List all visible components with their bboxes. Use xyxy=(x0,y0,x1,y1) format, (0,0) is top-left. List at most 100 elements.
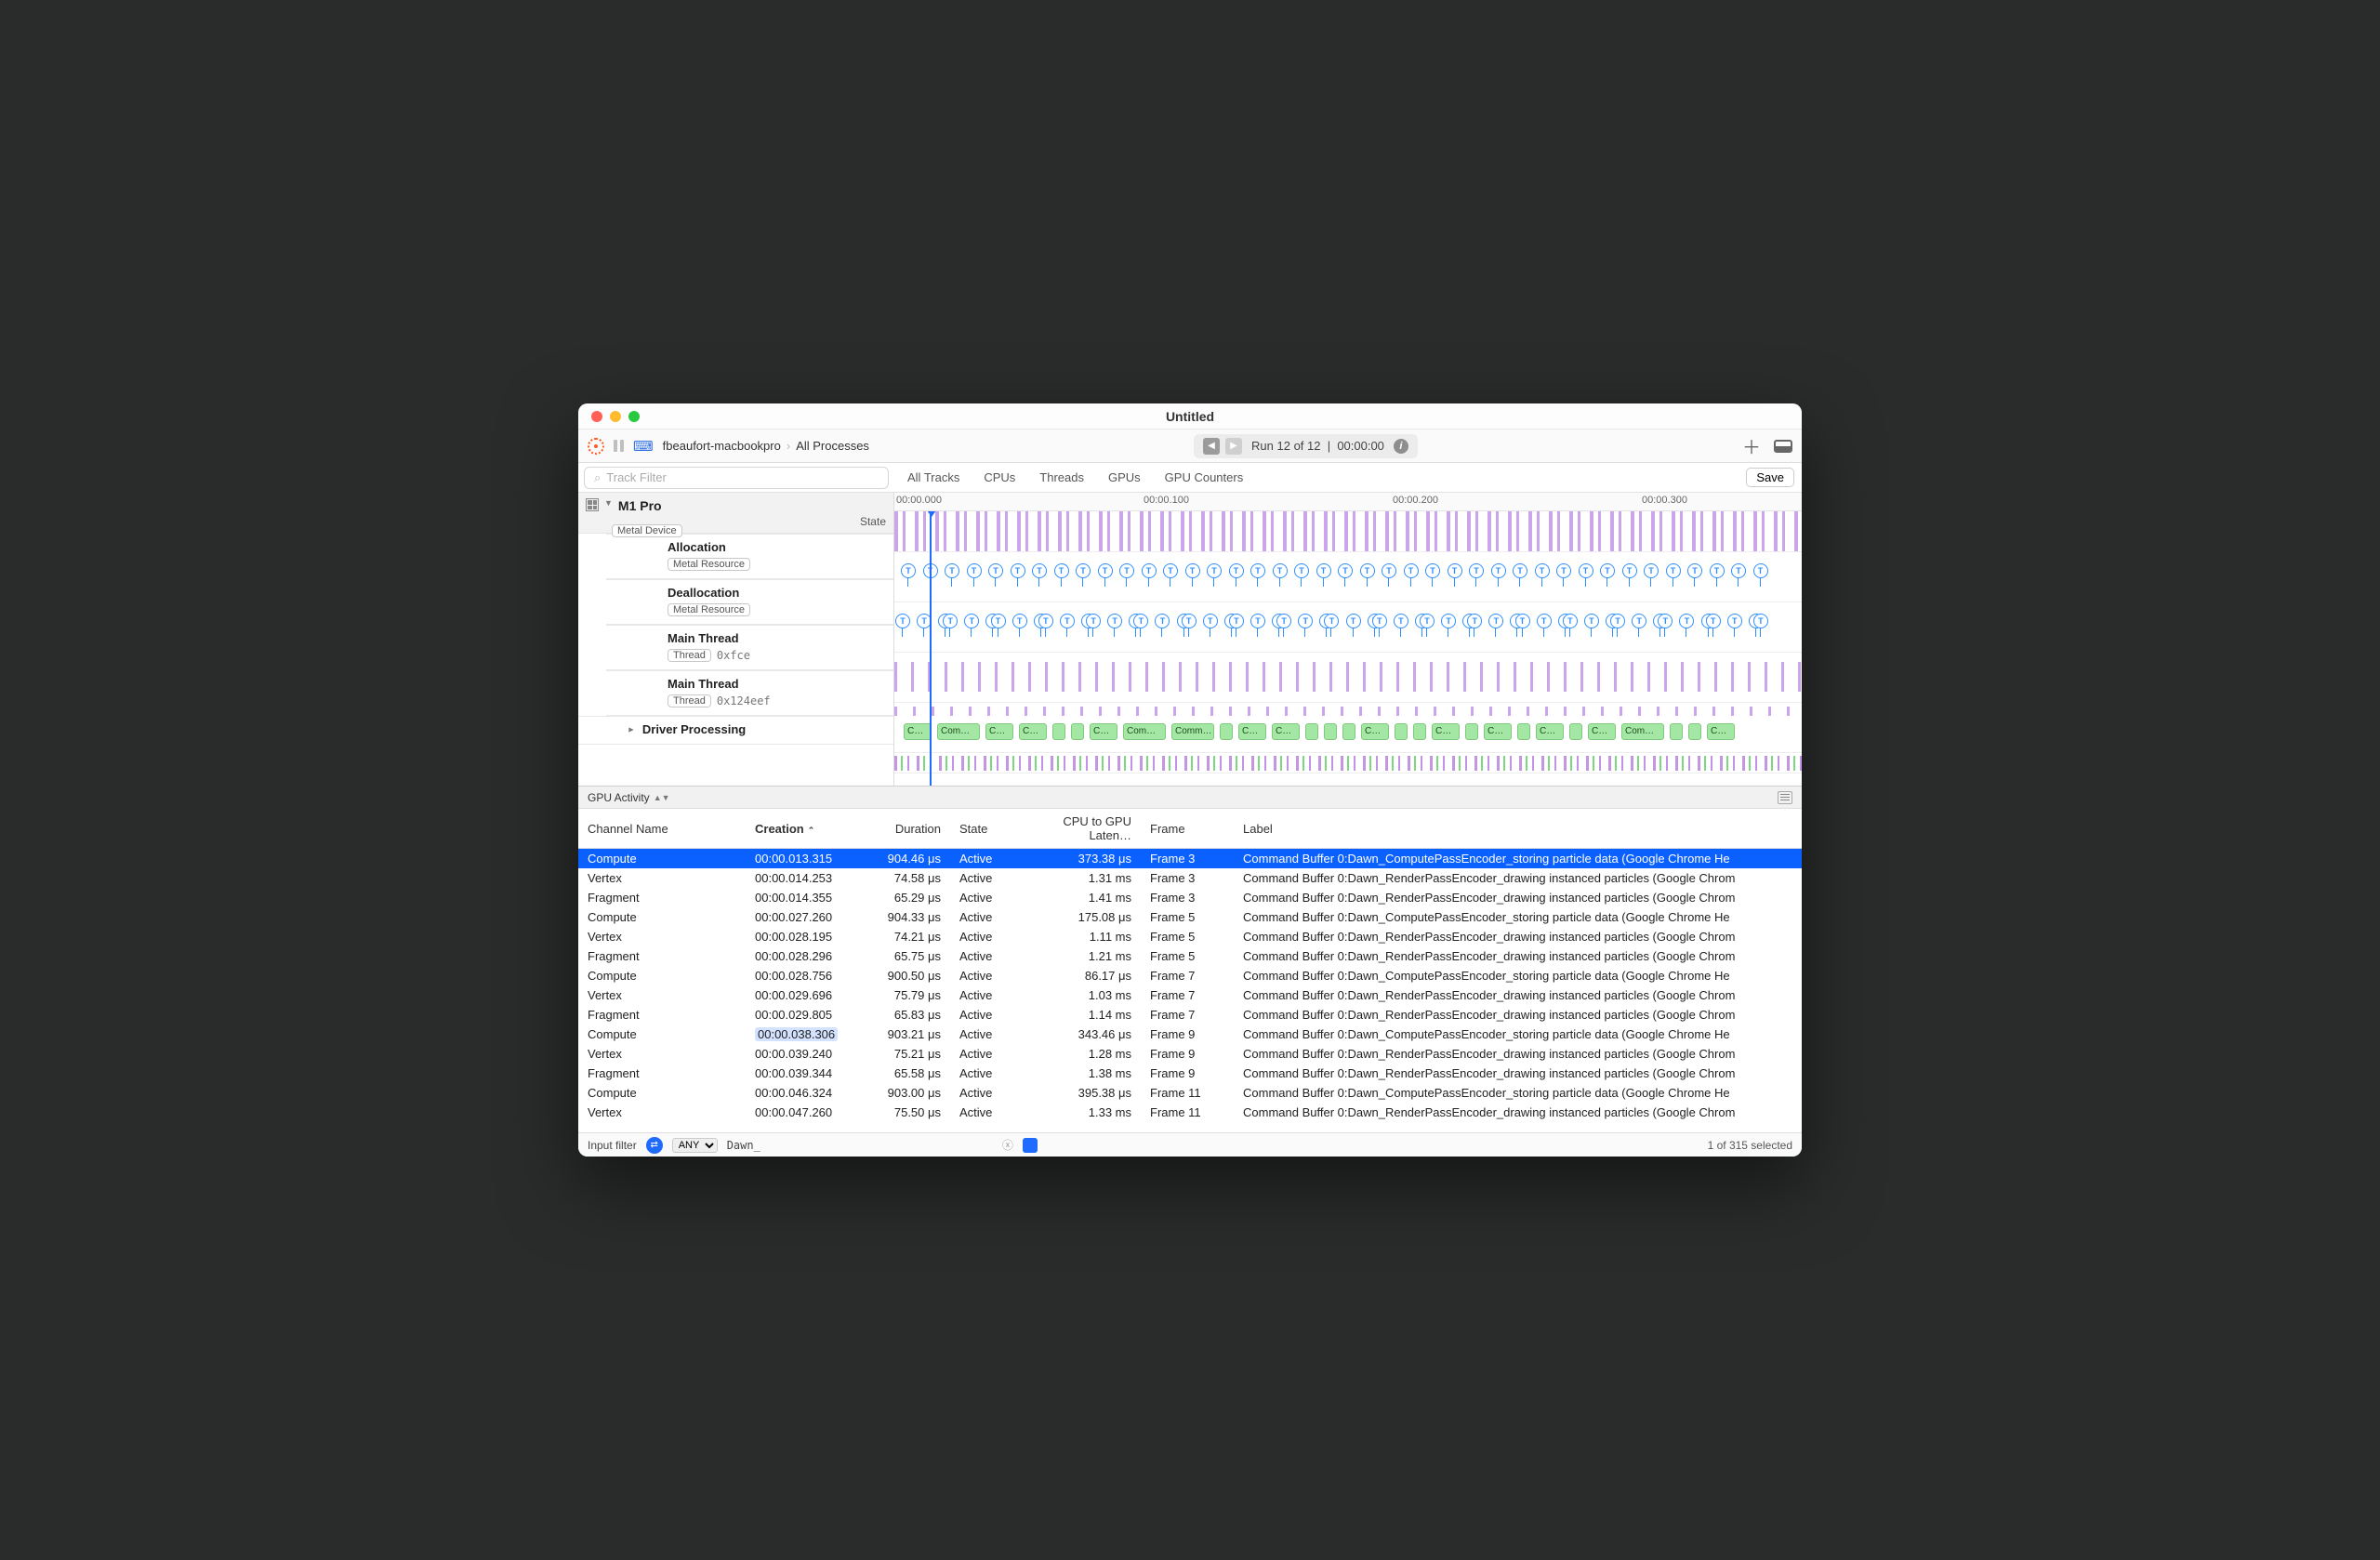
chevron-down-icon[interactable]: ▼ xyxy=(604,498,613,508)
timeline-marker-icon[interactable] xyxy=(1361,565,1374,588)
timeline-marker-icon[interactable] xyxy=(1688,565,1701,588)
command-buffer-block[interactable]: C… xyxy=(1272,723,1300,740)
command-buffer-block[interactable]: C… xyxy=(1238,723,1266,740)
timeline[interactable]: 00:00.000 00:00.100 00:00.200 00:00.300 xyxy=(894,493,1802,786)
table-row[interactable]: Vertex00:00.028.19574.21 μsActive1.11 ms… xyxy=(578,927,1802,946)
command-buffer-block[interactable]: Com… xyxy=(1621,723,1664,740)
timeline-marker-icon[interactable] xyxy=(1186,565,1199,588)
command-buffer-block[interactable] xyxy=(1395,723,1408,740)
command-buffer-block[interactable]: C… xyxy=(1361,723,1389,740)
track-deallocation[interactable]: Deallocation Metal Resource xyxy=(606,579,893,625)
command-buffer-block[interactable] xyxy=(1342,723,1355,740)
tab-gpu-counters[interactable]: GPU Counters xyxy=(1165,470,1244,484)
command-buffer-block[interactable]: Com… xyxy=(937,723,980,740)
filter-toggle[interactable] xyxy=(1023,1138,1038,1153)
command-buffer-block[interactable]: C… xyxy=(1536,723,1564,740)
timeline-marker-icon[interactable] xyxy=(1251,565,1264,588)
timeline-marker-icon[interactable] xyxy=(1143,565,1156,588)
timeline-marker-icon[interactable] xyxy=(1013,615,1026,638)
timeline-marker-icon[interactable] xyxy=(992,615,1005,638)
playhead[interactable] xyxy=(930,511,932,786)
clear-filter-icon[interactable]: ⓧ xyxy=(1002,1137,1013,1153)
minimize-window-button[interactable] xyxy=(610,411,621,422)
timeline-marker-icon[interactable] xyxy=(1611,615,1624,638)
command-buffer-block[interactable]: C… xyxy=(1484,723,1512,740)
table-row[interactable]: Compute00:00.046.324903.00 μsActive395.3… xyxy=(578,1083,1802,1103)
table-row[interactable]: Fragment00:00.029.80565.83 μsActive1.14 … xyxy=(578,1005,1802,1025)
timeline-marker-icon[interactable] xyxy=(968,565,981,588)
add-button[interactable]: ＋ xyxy=(1742,432,1761,459)
timeline-marker-icon[interactable] xyxy=(1470,565,1483,588)
timeline-marker-icon[interactable] xyxy=(1468,615,1481,638)
track-driver-processing[interactable]: ▼ Driver Processing xyxy=(578,716,893,745)
timeline-marker-icon[interactable] xyxy=(1492,565,1505,588)
timeline-marker-icon[interactable] xyxy=(1347,615,1360,638)
timeline-marker-icon[interactable] xyxy=(1055,565,1068,588)
command-buffer-block[interactable]: Comm… xyxy=(1171,723,1214,740)
command-buffer-block[interactable] xyxy=(1688,723,1701,740)
command-buffer-block[interactable] xyxy=(1324,723,1337,740)
timeline-marker-icon[interactable] xyxy=(1645,565,1658,588)
timeline-marker-icon[interactable] xyxy=(1754,615,1767,638)
timeline-marker-icon[interactable] xyxy=(1012,565,1025,588)
timeline-marker-icon[interactable] xyxy=(1317,565,1330,588)
timeline-marker-icon[interactable] xyxy=(1277,615,1290,638)
pause-button[interactable] xyxy=(614,440,624,452)
save-button[interactable]: Save xyxy=(1746,468,1794,487)
col-channel[interactable]: Channel Name xyxy=(578,809,746,849)
track-filter-input[interactable]: ⌕ Track Filter xyxy=(584,467,889,489)
timeline-marker-icon[interactable] xyxy=(1274,565,1287,588)
timeline-marker-icon[interactable] xyxy=(1164,565,1177,588)
timeline-marker-icon[interactable] xyxy=(945,565,959,588)
command-buffer-block[interactable] xyxy=(1220,723,1233,740)
command-buffer-block[interactable]: C… xyxy=(1090,723,1117,740)
timeline-marker-icon[interactable] xyxy=(1580,565,1593,588)
timeline-marker-icon[interactable] xyxy=(1251,615,1264,638)
col-latency[interactable]: CPU to GPU Laten… xyxy=(1020,809,1141,849)
command-buffer-block[interactable]: Com… xyxy=(1123,723,1166,740)
timeline-marker-icon[interactable] xyxy=(1156,615,1169,638)
run-prev-button[interactable]: ◀ xyxy=(1203,438,1220,455)
timeline-marker-icon[interactable] xyxy=(1536,565,1549,588)
timeline-marker-icon[interactable] xyxy=(989,565,1002,588)
timeline-marker-icon[interactable] xyxy=(1623,565,1636,588)
run-next-button[interactable]: ▶ xyxy=(1225,438,1242,455)
command-buffer-block[interactable]: C… xyxy=(1432,723,1460,740)
timeline-marker-icon[interactable] xyxy=(1728,615,1741,638)
table-row[interactable]: Fragment00:00.028.29665.75 μsActive1.21 … xyxy=(578,946,1802,966)
tab-all-tracks[interactable]: All Tracks xyxy=(907,470,959,484)
timeline-marker-icon[interactable] xyxy=(902,565,915,588)
close-window-button[interactable] xyxy=(591,411,602,422)
filter-text[interactable]: Dawn_ xyxy=(727,1139,760,1152)
breadcrumb[interactable]: fbeaufort-macbookpro › All Processes xyxy=(663,439,869,453)
command-buffer-block[interactable] xyxy=(1569,723,1582,740)
timeline-marker-icon[interactable] xyxy=(1601,565,1614,588)
timeline-marker-icon[interactable] xyxy=(1514,565,1527,588)
timeline-marker-icon[interactable] xyxy=(1680,615,1693,638)
table-row[interactable]: Compute00:00.038.306903.21 μsActive343.4… xyxy=(578,1025,1802,1044)
col-creation[interactable]: Creation⌃ xyxy=(746,809,866,849)
timeline-marker-icon[interactable] xyxy=(1230,615,1243,638)
timeline-marker-icon[interactable] xyxy=(1295,565,1308,588)
command-buffer-block[interactable] xyxy=(1465,723,1478,740)
tab-threads[interactable]: Threads xyxy=(1039,470,1084,484)
timeline-marker-icon[interactable] xyxy=(1754,565,1767,588)
timeline-marker-icon[interactable] xyxy=(1557,565,1570,588)
col-frame[interactable]: Frame xyxy=(1141,809,1234,849)
col-duration[interactable]: Duration xyxy=(866,809,950,849)
timeline-marker-icon[interactable] xyxy=(1585,615,1598,638)
track-main-thread-1[interactable]: Main Thread Thread0xfce xyxy=(606,625,893,670)
timeline-marker-icon[interactable] xyxy=(1421,615,1434,638)
timeline-marker-icon[interactable] xyxy=(1732,565,1745,588)
timeline-marker-icon[interactable] xyxy=(1099,565,1112,588)
filter-mode-select[interactable]: ANY xyxy=(672,1138,718,1153)
table-row[interactable]: Compute00:00.013.315904.46 μsActive373.3… xyxy=(578,849,1802,869)
command-buffer-block[interactable]: C… xyxy=(985,723,1013,740)
sidebar-device-header[interactable]: ▼ M1 Pro Metal Device State xyxy=(578,493,893,534)
timeline-marker-icon[interactable] xyxy=(1707,615,1720,638)
command-buffer-block[interactable]: C… xyxy=(904,723,932,740)
timeline-marker-icon[interactable] xyxy=(944,615,957,638)
timeline-marker-icon[interactable] xyxy=(1516,615,1529,638)
command-buffer-block[interactable] xyxy=(1071,723,1084,740)
table-row[interactable]: Vertex00:00.029.69675.79 μsActive1.03 ms… xyxy=(578,985,1802,1005)
